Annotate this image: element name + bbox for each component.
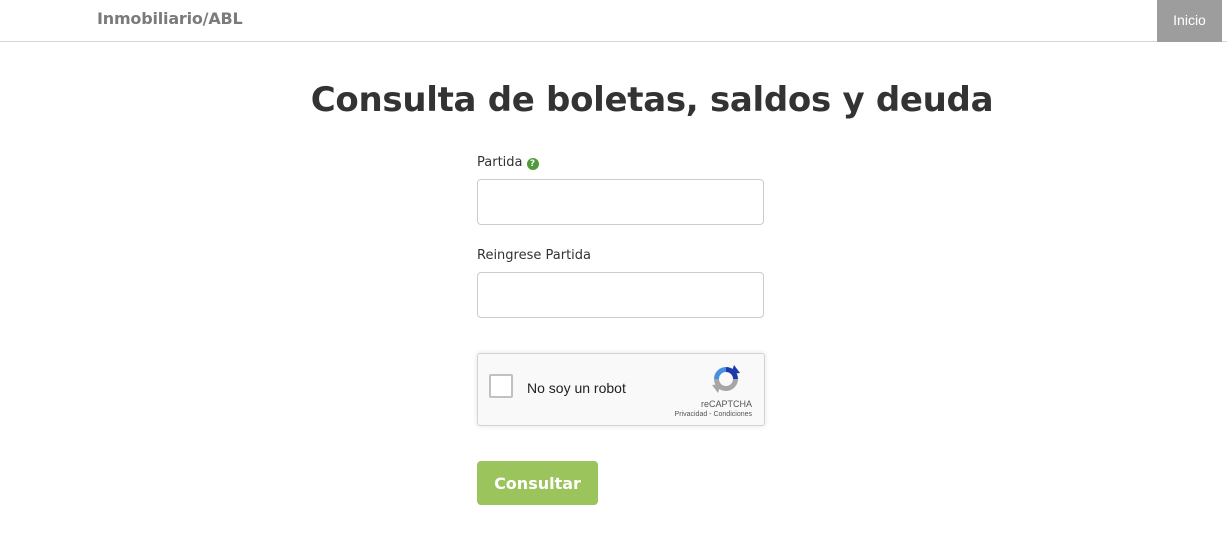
recaptcha-brand-text: reCAPTCHA [700, 399, 752, 409]
reingrese-partida-label: Reingrese Partida [477, 248, 592, 263]
recaptcha-widget: No soy un robot reCAPTCHA Privacidad - C… [477, 353, 765, 426]
page-title: Consulta de boletas, saldos y deuda [310, 80, 994, 120]
top-navbar: Inmobiliario/ABL Inicio [0, 0, 1227, 42]
consultar-button[interactable]: Consultar [477, 461, 598, 505]
brand-title[interactable]: Inmobiliario/ABL [97, 9, 243, 28]
recaptcha-privacy-link[interactable]: Privacidad [675, 411, 708, 418]
question-circle-icon[interactable]: ? [526, 158, 539, 170]
recaptcha-checkbox[interactable] [489, 374, 513, 398]
recaptcha-links: Privacidad - Condiciones [675, 411, 752, 418]
partida-input[interactable] [477, 179, 764, 225]
partida-label: Partida? [477, 155, 539, 170]
recaptcha-terms-link[interactable]: Condiciones [713, 411, 752, 418]
reingrese-partida-input[interactable] [477, 272, 764, 318]
recaptcha-logo-icon [712, 365, 740, 393]
nav-inicio-link[interactable]: Inicio [1157, 0, 1222, 42]
recaptcha-label: No soy un robot [527, 380, 626, 396]
partida-label-text: Partida [477, 155, 523, 170]
